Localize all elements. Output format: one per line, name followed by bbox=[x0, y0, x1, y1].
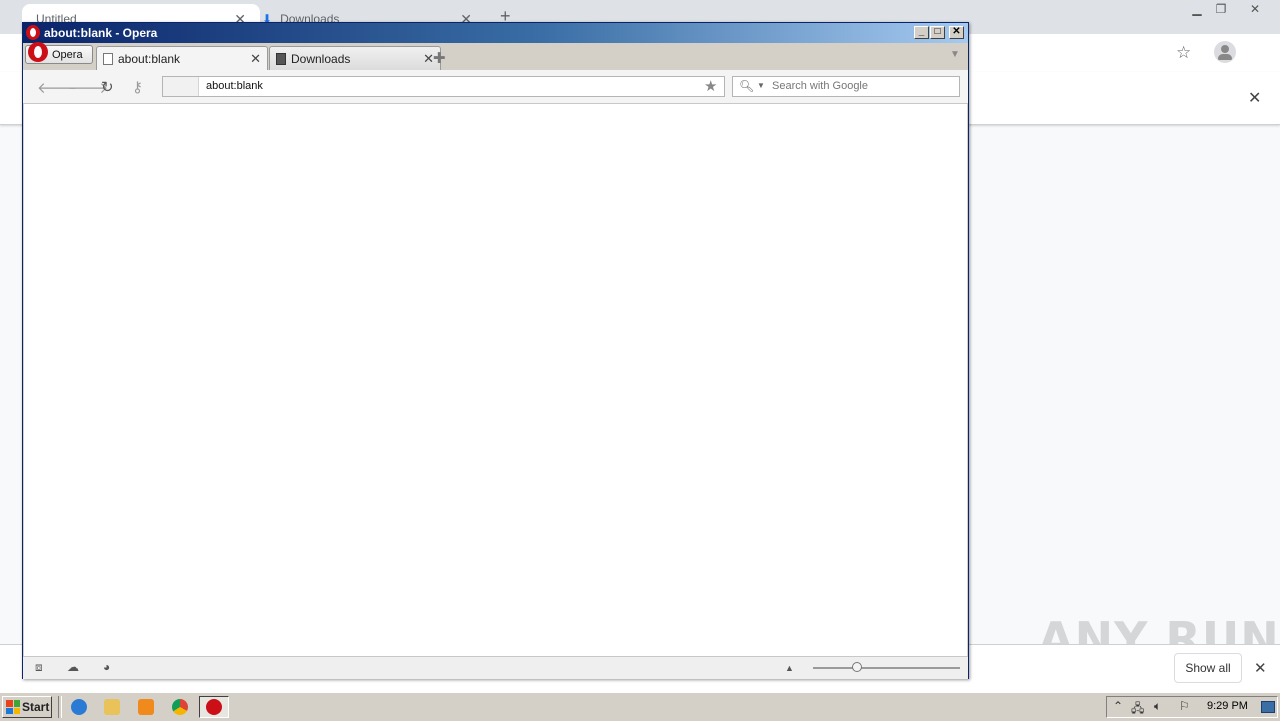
status-bar: ⧈ ☁ ◕ ▲ bbox=[23, 656, 968, 679]
system-tray: ⌃ 🖧 🔈︎ ⚐ 9:29 PM bbox=[1106, 696, 1278, 718]
close-icon[interactable]: ✕ bbox=[250, 51, 261, 67]
opera-taskbar-icon[interactable] bbox=[199, 696, 229, 718]
tab-downloads[interactable]: Downloads ✕ bbox=[269, 46, 441, 70]
action-center-flag-icon[interactable]: ⚐ bbox=[1179, 699, 1190, 713]
opera-menu-button[interactable]: Opera bbox=[25, 42, 93, 64]
start-button[interactable]: Start bbox=[2, 696, 52, 718]
close-window-icon[interactable]: ✕ bbox=[1240, 0, 1270, 18]
page-content[interactable] bbox=[24, 104, 967, 656]
title-bar: about:blank - Opera _ □ ✕ bbox=[23, 23, 968, 43]
reload-icon[interactable]: ↻ bbox=[101, 78, 114, 96]
volume-icon[interactable]: 🔈︎ bbox=[1154, 699, 1161, 714]
minimize-button[interactable]: _ bbox=[914, 26, 929, 39]
downloads-icon bbox=[276, 52, 286, 65]
tab-bar: Opera about:blank ✕ Downloads ✕ ✚ ▼ bbox=[23, 42, 968, 70]
opera-logo-icon bbox=[28, 42, 48, 62]
bookmark-star-icon[interactable]: ☆ bbox=[1176, 43, 1191, 63]
opera-menu-label: Opera bbox=[52, 49, 83, 61]
site-badge[interactable] bbox=[163, 77, 199, 96]
speed-dial-icon[interactable]: ◕ bbox=[103, 660, 110, 674]
cloud-icon[interactable]: ☁ bbox=[67, 660, 79, 674]
zoom-slider-knob[interactable] bbox=[852, 662, 863, 672]
chrome-icon[interactable] bbox=[165, 696, 195, 718]
chevron-down-icon[interactable]: ▼ bbox=[757, 81, 765, 90]
window-title: about:blank - Opera bbox=[44, 26, 158, 40]
search-field[interactable]: 🔍︎ ▼ Search with Google bbox=[732, 76, 960, 97]
close-icon[interactable]: ✕ bbox=[1254, 659, 1267, 677]
show-hidden-icons-icon[interactable]: ⌃ bbox=[1113, 699, 1123, 713]
internet-explorer-icon[interactable] bbox=[64, 696, 94, 718]
show-all-button[interactable]: Show all bbox=[1174, 653, 1242, 683]
tab-label: about:blank bbox=[118, 51, 181, 66]
clock[interactable]: 9:29 PM bbox=[1207, 700, 1248, 712]
tab-about-blank[interactable]: about:blank ✕ bbox=[96, 46, 268, 70]
search-icon[interactable]: 🔍︎ bbox=[739, 79, 754, 93]
close-icon[interactable]: ✕ bbox=[1248, 88, 1261, 108]
windows-flag-icon bbox=[6, 700, 20, 714]
folder-icon[interactable] bbox=[97, 696, 127, 718]
network-icon[interactable]: 🖧 bbox=[1131, 699, 1144, 720]
tab-label: Downloads bbox=[291, 51, 351, 66]
address-text[interactable]: about:blank bbox=[206, 80, 263, 92]
opera-window: about:blank - Opera _ □ ✕ Opera about:bl… bbox=[22, 22, 969, 679]
tab-menu-chevron-icon[interactable]: ▼ bbox=[950, 49, 960, 60]
profile-avatar[interactable] bbox=[1214, 41, 1236, 63]
bookmark-star-icon[interactable]: ★ bbox=[704, 77, 717, 95]
taskbar-separator bbox=[58, 696, 62, 718]
close-button[interactable]: ✕ bbox=[949, 26, 964, 39]
opera-logo-icon bbox=[26, 25, 40, 40]
media-player-icon[interactable] bbox=[131, 696, 161, 718]
start-label: Start bbox=[22, 700, 50, 714]
restore-icon[interactable]: ❐ bbox=[1206, 0, 1236, 18]
show-desktop-icon[interactable] bbox=[1261, 701, 1275, 713]
view-options-icon[interactable]: ▲ bbox=[785, 663, 794, 673]
search-placeholder[interactable]: Search with Google bbox=[772, 80, 868, 92]
taskbar: Start ⌃ 🖧 🔈︎ ⚐ 9:29 PM bbox=[0, 692, 1280, 721]
key-icon[interactable]: ⚷ bbox=[132, 78, 143, 96]
maximize-button[interactable]: □ bbox=[930, 26, 945, 39]
page-icon bbox=[103, 52, 113, 65]
new-tab-button[interactable]: ✚ bbox=[433, 49, 446, 67]
panel-toggle-icon[interactable]: ⧈ bbox=[35, 660, 43, 675]
zoom-slider[interactable] bbox=[813, 667, 960, 669]
address-field[interactable]: about:blank ★ bbox=[162, 76, 725, 97]
navigation-toolbar: 🡐 🡒 ↻ ⚷ about:blank ★ 🔍︎ ▼ Search with G… bbox=[23, 70, 968, 104]
